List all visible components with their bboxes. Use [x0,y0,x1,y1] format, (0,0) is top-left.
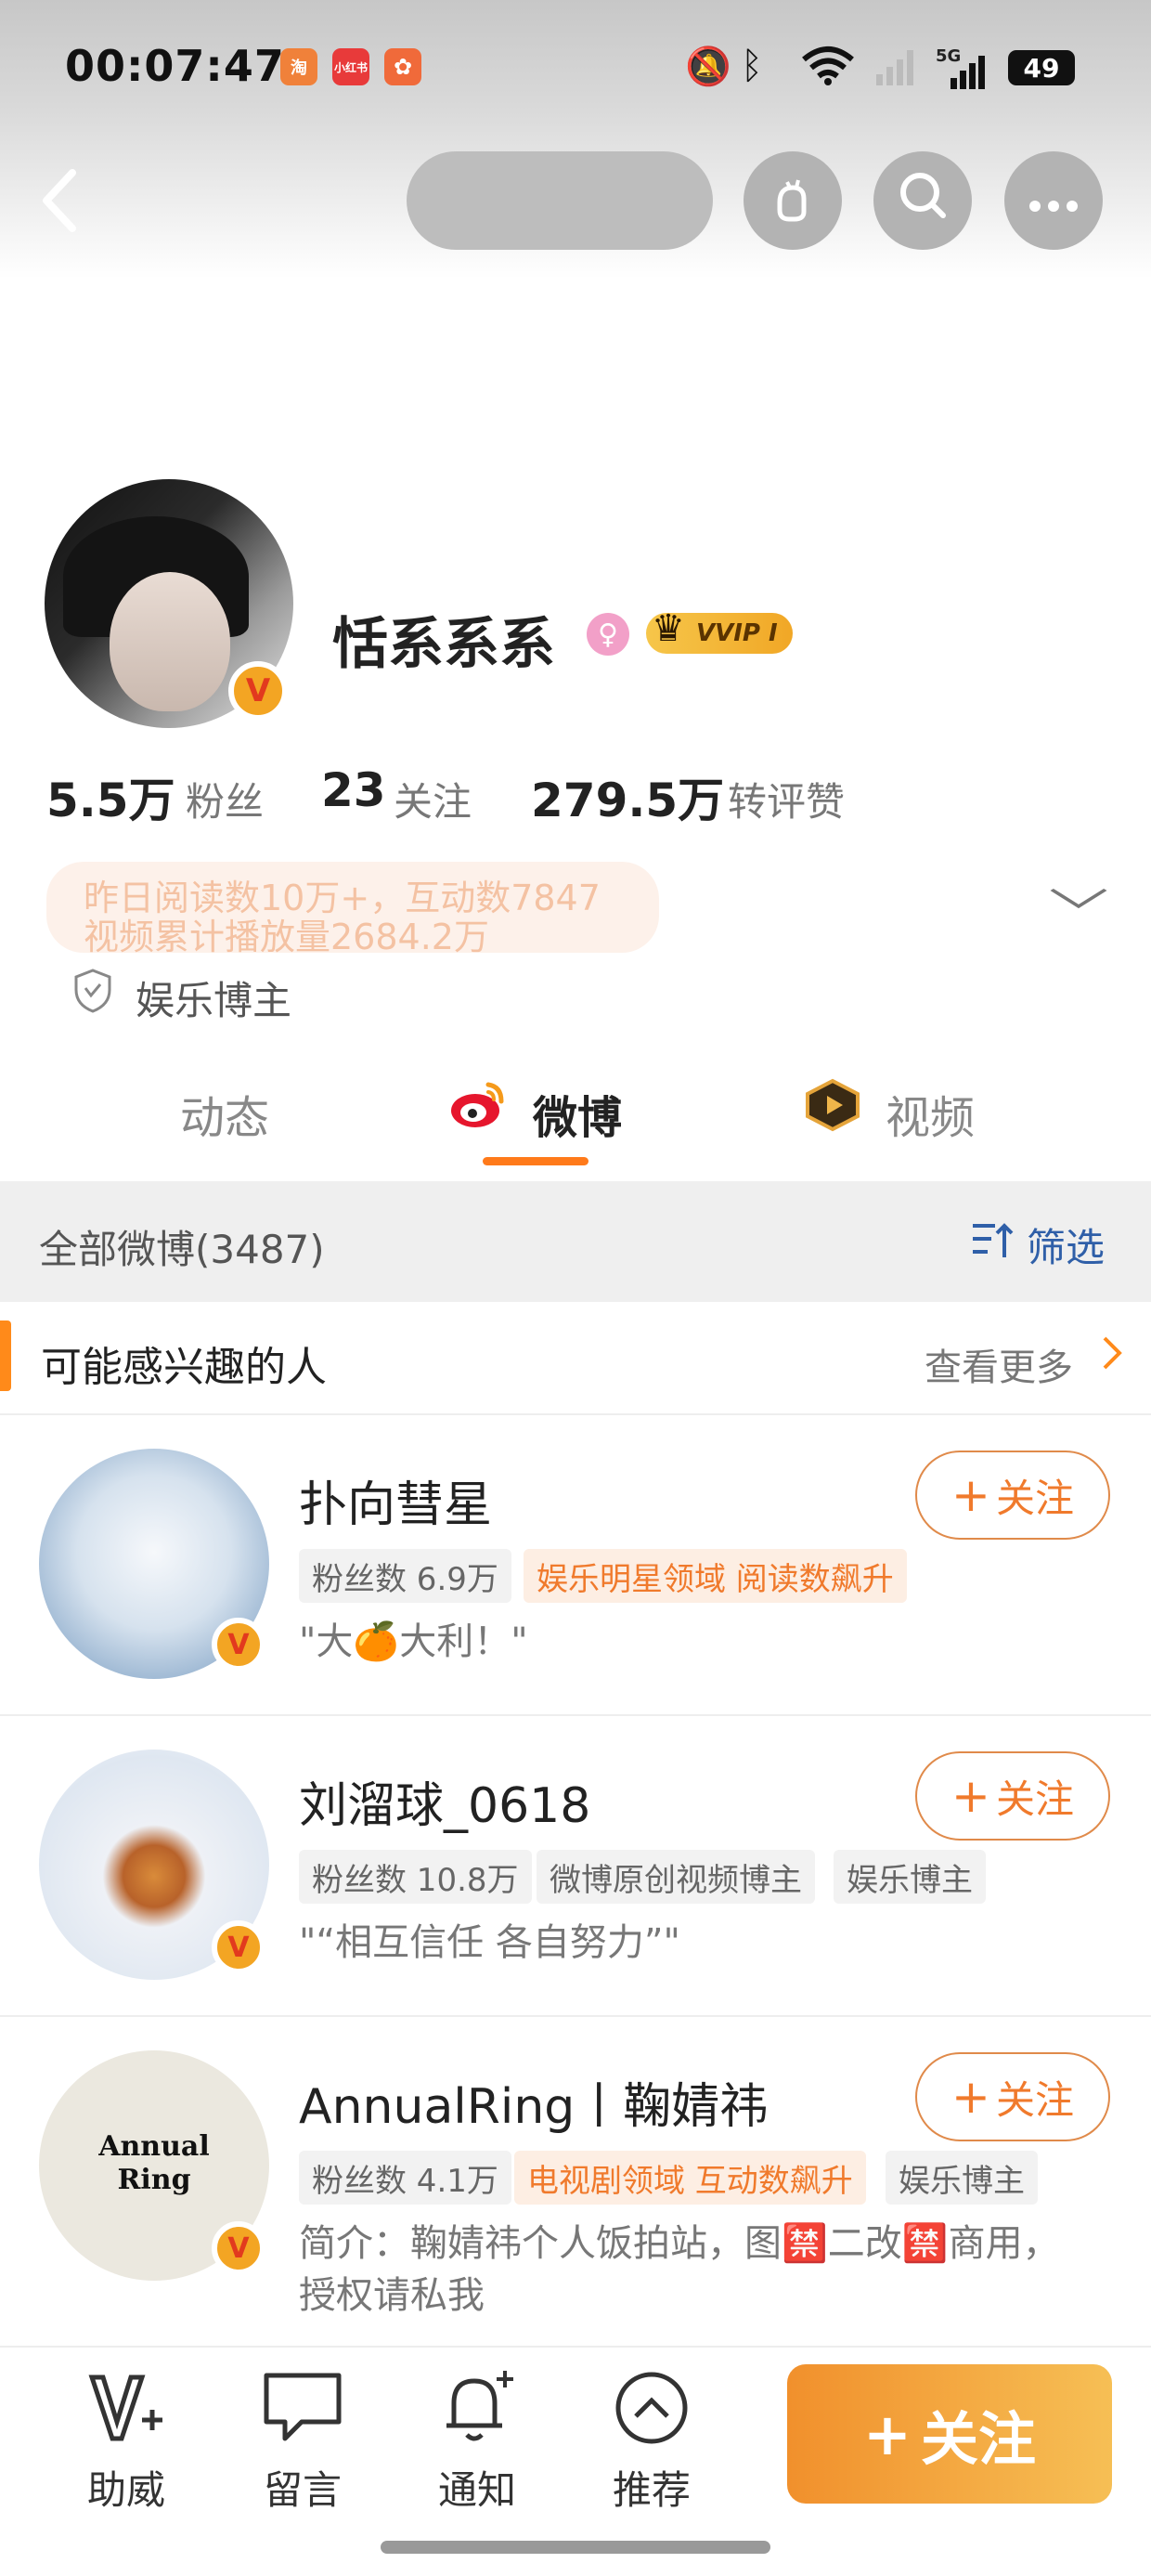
recommend-icon [587,2368,717,2448]
rec-badge-category: 娱乐博主 [886,2151,1038,2205]
vvip-label: VVIP Ⅰ [696,619,778,647]
verified-badge-icon: V [212,1920,265,1974]
video-icon [802,1077,863,1133]
search-icon [895,167,951,234]
rec-desc-line-1: 简介：鞠婧祎个人饭拍站，图🈲二改🈲商用， [299,2222,1060,2265]
rec-badge-fans: 粉丝数 10.8万 [299,1850,532,1904]
tab-dynamic[interactable]: 动态 [180,1081,269,1146]
rec-badge-domain: 娱乐明星领域 阅读数飙升 [524,1549,907,1603]
notify-button[interactable]: 通知 [412,2368,542,2516]
plus-icon: + [951,1468,990,1522]
rec-badge-category: 娱乐博主 [834,1850,986,1904]
follow-button[interactable]: + 关注 [915,1451,1110,1540]
recommend-button[interactable]: 推荐 [587,2368,717,2516]
verified-badge-icon: V [212,2221,265,2275]
avatar-text-line-1: Annual [98,2130,210,2163]
main-follow-button[interactable]: + 关注 [787,2364,1112,2504]
rec-badge-fans: 粉丝数 6.9万 [299,1549,511,1603]
plus-icon: + [863,2400,912,2468]
plus-icon: + [951,2070,990,2124]
see-more-link[interactable]: 查看更多 [925,1337,1073,1391]
rec-name[interactable]: 刘溜球_0618 [299,1766,590,1836]
shield-icon [72,968,113,1023]
mute-icon: 🔕 [685,46,731,88]
status-time: 00:07:47 [65,41,285,91]
signal-icon-1 [874,46,917,91]
follow-button[interactable]: + 关注 [915,2052,1110,2141]
rec-badge-domain: 电视剧领域 互动数飙升 [514,2151,866,2205]
message-button[interactable]: 留言 [238,2368,368,2516]
rec-badge-fans: 粉丝数 4.1万 [299,2151,511,2205]
stat-likes-label: 转评赞 [728,779,846,825]
interest-title: 可能感兴趣的人 [41,1344,327,1391]
divider [0,1413,1151,1415]
nav-title-pill[interactable] [407,151,713,250]
rec-desc-line-2: 授权请私我 [299,2274,485,2317]
highlight-line-2: 视频累计播放量2684.2万 [84,917,489,957]
expand-chevron-down-icon[interactable] [1049,873,1108,920]
plus-icon: + [951,1769,990,1823]
weibo-icon [447,1077,507,1131]
rec-name[interactable]: 扑向彗星 [299,1465,492,1535]
verified-badge-icon: V [228,661,288,721]
bell-icon [412,2368,542,2448]
tab-weibo[interactable]: 微博 [533,1081,622,1146]
stat-following-num[interactable]: 23 [321,763,386,817]
gender-female-icon: ♀ [587,613,629,656]
taobao-app-icon: 淘 [280,48,317,85]
battery-indicator: 49 [1008,50,1075,85]
xiaohongshu-app-icon: 小红书 [332,48,369,85]
vvip-badge[interactable]: ♛ VVIP Ⅰ [646,607,793,654]
profile-name: 恬系系系 [332,612,555,677]
more-icon [1026,175,1081,227]
chevron-right-icon[interactable] [1101,1332,1123,1382]
cheer-button[interactable]: 助威 [61,2368,191,2516]
gesture-icon[interactable] [744,151,842,250]
tab-active-indicator [483,1157,588,1165]
wifi-icon [800,45,856,95]
filter-icon[interactable] [971,1220,1014,1265]
stat-fans-num[interactable]: 5.5万 [46,763,175,830]
rec-badge-domain: 微博原创视频博主 [537,1850,815,1904]
back-button[interactable] [37,167,82,244]
divider [0,1714,1151,1716]
follow-button[interactable]: + 关注 [915,1751,1110,1841]
stat-following-label[interactable]: 关注 [394,771,472,827]
stat-likes-num[interactable]: 279.5万 [531,763,724,830]
stat-fans-label[interactable]: 粉丝 [186,771,264,827]
cheer-icon [61,2368,191,2448]
message-icon [238,2368,368,2448]
tab-video[interactable]: 视频 [886,1081,975,1146]
filter-button[interactable]: 筛选 [1027,1216,1105,1273]
certification-label: 娱乐博主 [136,978,292,1023]
rec-desc: "“相互信任 各自努力”" [299,1921,680,1964]
verified-badge-icon: V [212,1618,265,1672]
avatar-text-line-2: Ring [117,2164,191,2196]
divider [0,2015,1151,2017]
all-posts-count: 全部微博(3487) [39,1227,325,1272]
crown-icon: ♛ [652,607,685,650]
home-indicator[interactable] [381,2541,770,2554]
app-icon: ✿ [384,48,421,85]
search-button[interactable] [873,151,972,250]
signal-icon-2 [938,54,989,95]
bluetooth-icon: ᛒ [741,45,763,87]
more-button[interactable] [1004,151,1103,250]
section-accent [0,1321,11,1391]
rec-name[interactable]: AnnualRing丨鞠婧祎 [299,2067,768,2137]
rec-desc: "大🍊大利！" [299,1620,528,1663]
